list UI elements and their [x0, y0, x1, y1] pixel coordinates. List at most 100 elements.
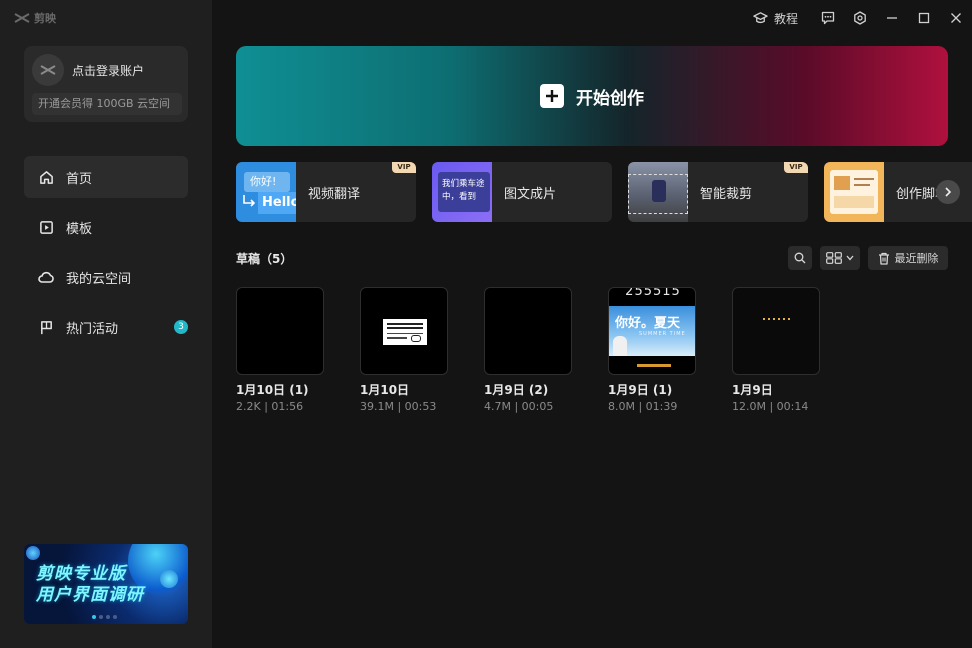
app-logo: 剪映 [14, 10, 56, 26]
tool-video-translate[interactable]: 你好! Hello 视频翻译 VIP [236, 162, 416, 222]
banner-dot[interactable] [106, 615, 110, 619]
draft-item[interactable]: 255515 你好。夏天 SUMMER TIME 1月9日 (1) 8.0M |… [608, 287, 698, 413]
draft-title: 1月9日 (1) [608, 383, 673, 397]
cloud-icon [38, 269, 54, 285]
thumb-line [387, 337, 407, 339]
banner-line-2: 用户界面调研 [36, 585, 144, 605]
draft-thumbnail[interactable] [236, 287, 324, 375]
sidebar-item-label: 模板 [66, 221, 93, 237]
notification-badge: 3 [174, 320, 188, 334]
banner-dot[interactable] [113, 615, 117, 619]
banner-decoration [26, 546, 40, 560]
banner-dot[interactable] [92, 615, 96, 619]
draft-thumbnail[interactable]: 255515 你好。夏天 SUMMER TIME [608, 287, 696, 375]
person-figure [652, 180, 666, 202]
thumb-line [854, 178, 874, 180]
tool-smart-crop[interactable]: 智能裁剪 VIP [628, 162, 808, 222]
start-creation-label: 开始创作 [576, 88, 644, 109]
grid-view-icon [826, 252, 842, 264]
search-icon [794, 252, 806, 264]
tutorial-button[interactable]: 教程 [753, 10, 798, 27]
sidebar-item-events[interactable]: 热门活动 3 [24, 306, 188, 348]
graduation-cap-icon [753, 12, 768, 24]
thumb-text: 我们乘车途中，看到 [438, 172, 490, 212]
sidebar-item-label: 热门活动 [66, 321, 119, 337]
settings-button[interactable] [844, 0, 876, 36]
thumb-figure [613, 336, 627, 356]
close-button[interactable] [940, 0, 972, 36]
sidebar-item-label: 我的云空间 [66, 271, 132, 287]
sidebar-item-templates[interactable]: 模板 [24, 206, 188, 248]
quick-tools: 你好! Hello 视频翻译 VIP 我们乘车途中，看到 图文成片 智能裁剪 V… [236, 162, 972, 222]
banner-decoration [160, 570, 178, 588]
draft-thumbnail[interactable] [732, 287, 820, 375]
thumb-block [834, 196, 874, 208]
tools-next-button[interactable] [936, 180, 960, 204]
start-creation-button[interactable]: 开始创作 [236, 46, 948, 146]
thumb-subtitle: SUMMER TIME [639, 331, 686, 337]
home-icon [38, 169, 54, 185]
capcut-logo-icon [14, 13, 30, 23]
message-icon [821, 11, 835, 25]
sidebar-item-label: 首页 [66, 171, 93, 187]
draft-item[interactable]: 1月9日 12.0M | 00:14 [732, 287, 822, 413]
drafts-title: 草稿（5） [236, 252, 293, 266]
feedback-button[interactable] [812, 0, 844, 36]
draft-title: 1月9日 [732, 383, 773, 397]
banner-pagination[interactable] [92, 615, 117, 619]
vip-promo-button[interactable]: 开通会员得 100GB 云空间 [32, 93, 182, 115]
recent-delete-label: 最近删除 [894, 252, 939, 265]
tool-thumbnail: 你好! Hello [236, 162, 296, 222]
draft-meta: 39.1M | 00:53 [360, 400, 437, 413]
thumb-document [830, 170, 878, 214]
search-button[interactable] [788, 246, 812, 270]
tool-label: 智能裁剪 [700, 187, 753, 202]
recent-delete-button[interactable]: 最近删除 [868, 246, 948, 270]
trash-icon [878, 252, 889, 265]
thumb-title: 你好。夏天 [615, 316, 681, 331]
login-card[interactable]: 点击登录账户 开通会员得 100GB 云空间 [24, 46, 188, 122]
sidebar-item-home[interactable]: 首页 [24, 156, 188, 198]
draft-item[interactable]: 1月9日 (2) 4.7M | 00:05 [484, 287, 574, 413]
view-toggle-button[interactable] [820, 246, 860, 270]
thumb-line [387, 333, 423, 334]
draft-item[interactable]: 1月10日 (1) 2.2K | 01:56 [236, 287, 326, 413]
tool-text-to-video[interactable]: 我们乘车途中，看到 图文成片 [432, 162, 612, 222]
thumb-block [834, 176, 850, 190]
thumb-bubble: 你好! [244, 172, 290, 192]
thumb-caption [637, 364, 671, 367]
capcut-logo-icon [40, 65, 56, 75]
minimize-button[interactable] [876, 0, 908, 36]
titlebar: 教程 [753, 0, 972, 36]
arrow-icon [243, 195, 256, 207]
sidebar-item-cloud[interactable]: 我的云空间 [24, 256, 188, 298]
draft-title: 1月10日 [360, 383, 410, 397]
thumb-line [387, 323, 423, 325]
gear-icon [854, 11, 866, 25]
thumb-card [383, 319, 427, 345]
maximize-icon [918, 12, 930, 24]
avatar[interactable] [32, 54, 64, 86]
banner-dot[interactable] [99, 615, 103, 619]
thumb-bubble: Hello [258, 192, 296, 214]
draft-item[interactable]: 1月10日 39.1M | 00:53 [360, 287, 450, 413]
draft-meta: 4.7M | 00:05 [484, 400, 554, 413]
banner-title: 剪映专业版 用户界面调研 [36, 564, 144, 606]
template-icon [38, 219, 54, 235]
plus-icon [540, 84, 564, 108]
tutorial-label: 教程 [773, 11, 798, 26]
survey-banner[interactable]: 剪映专业版 用户界面调研 [24, 544, 188, 624]
thumb-dots [763, 318, 791, 320]
thumb-shape [411, 335, 421, 342]
draft-title: 1月10日 (1) [236, 383, 309, 397]
tool-thumbnail [824, 162, 884, 222]
draft-thumbnail[interactable] [360, 287, 448, 375]
tool-label: 视频翻译 [308, 187, 361, 202]
banner-line-1: 剪映专业版 [36, 564, 126, 584]
close-icon [951, 13, 961, 23]
draft-thumbnail[interactable] [484, 287, 572, 375]
vip-badge: VIP [784, 162, 808, 173]
tool-thumbnail: 我们乘车途中，看到 [432, 162, 492, 222]
login-label[interactable]: 点击登录账户 [72, 62, 144, 79]
maximize-button[interactable] [908, 0, 940, 36]
